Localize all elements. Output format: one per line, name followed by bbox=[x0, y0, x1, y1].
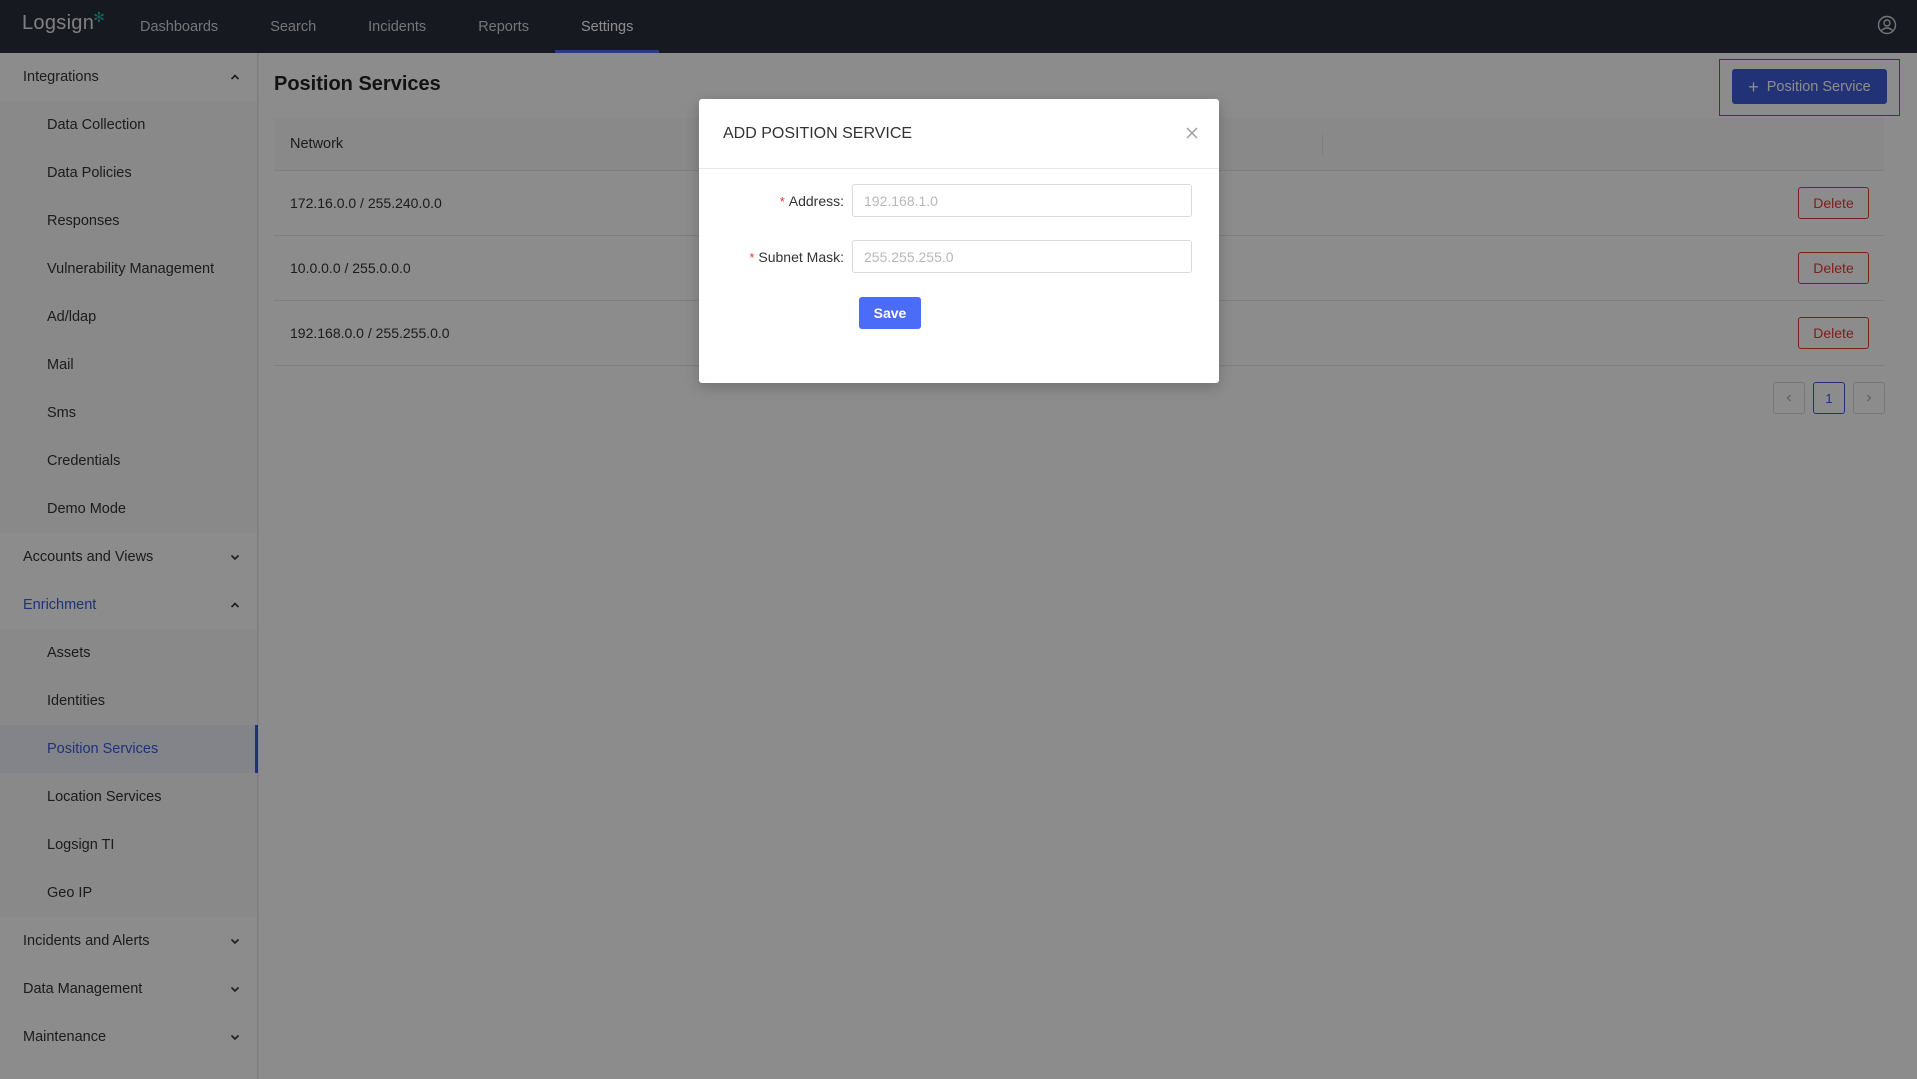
subnet-mask-input[interactable] bbox=[852, 240, 1192, 273]
add-position-service-dialog: ADD POSITION SERVICE *Address: *Subnet M… bbox=[699, 99, 1219, 383]
label-colon: : bbox=[840, 248, 844, 265]
subnet-mask-label-text: Subnet Mask bbox=[758, 248, 841, 265]
required-mark: * bbox=[779, 193, 785, 209]
address-input[interactable] bbox=[852, 184, 1192, 217]
required-mark: * bbox=[749, 249, 755, 265]
modal-header: ADD POSITION SERVICE bbox=[699, 99, 1219, 169]
modal-title: ADD POSITION SERVICE bbox=[723, 124, 913, 142]
address-row: * Address: bbox=[699, 184, 1192, 217]
save-button[interactable]: Save bbox=[859, 297, 921, 329]
address-label-text: Address bbox=[788, 192, 841, 209]
subnet-mask-label: * Subnet Mask: bbox=[699, 249, 852, 265]
address-label: * Address: bbox=[699, 193, 852, 209]
label-colon: : bbox=[840, 192, 844, 209]
subnet-mask-row: * Subnet Mask: bbox=[699, 240, 1192, 273]
close-icon[interactable] bbox=[1185, 126, 1199, 140]
